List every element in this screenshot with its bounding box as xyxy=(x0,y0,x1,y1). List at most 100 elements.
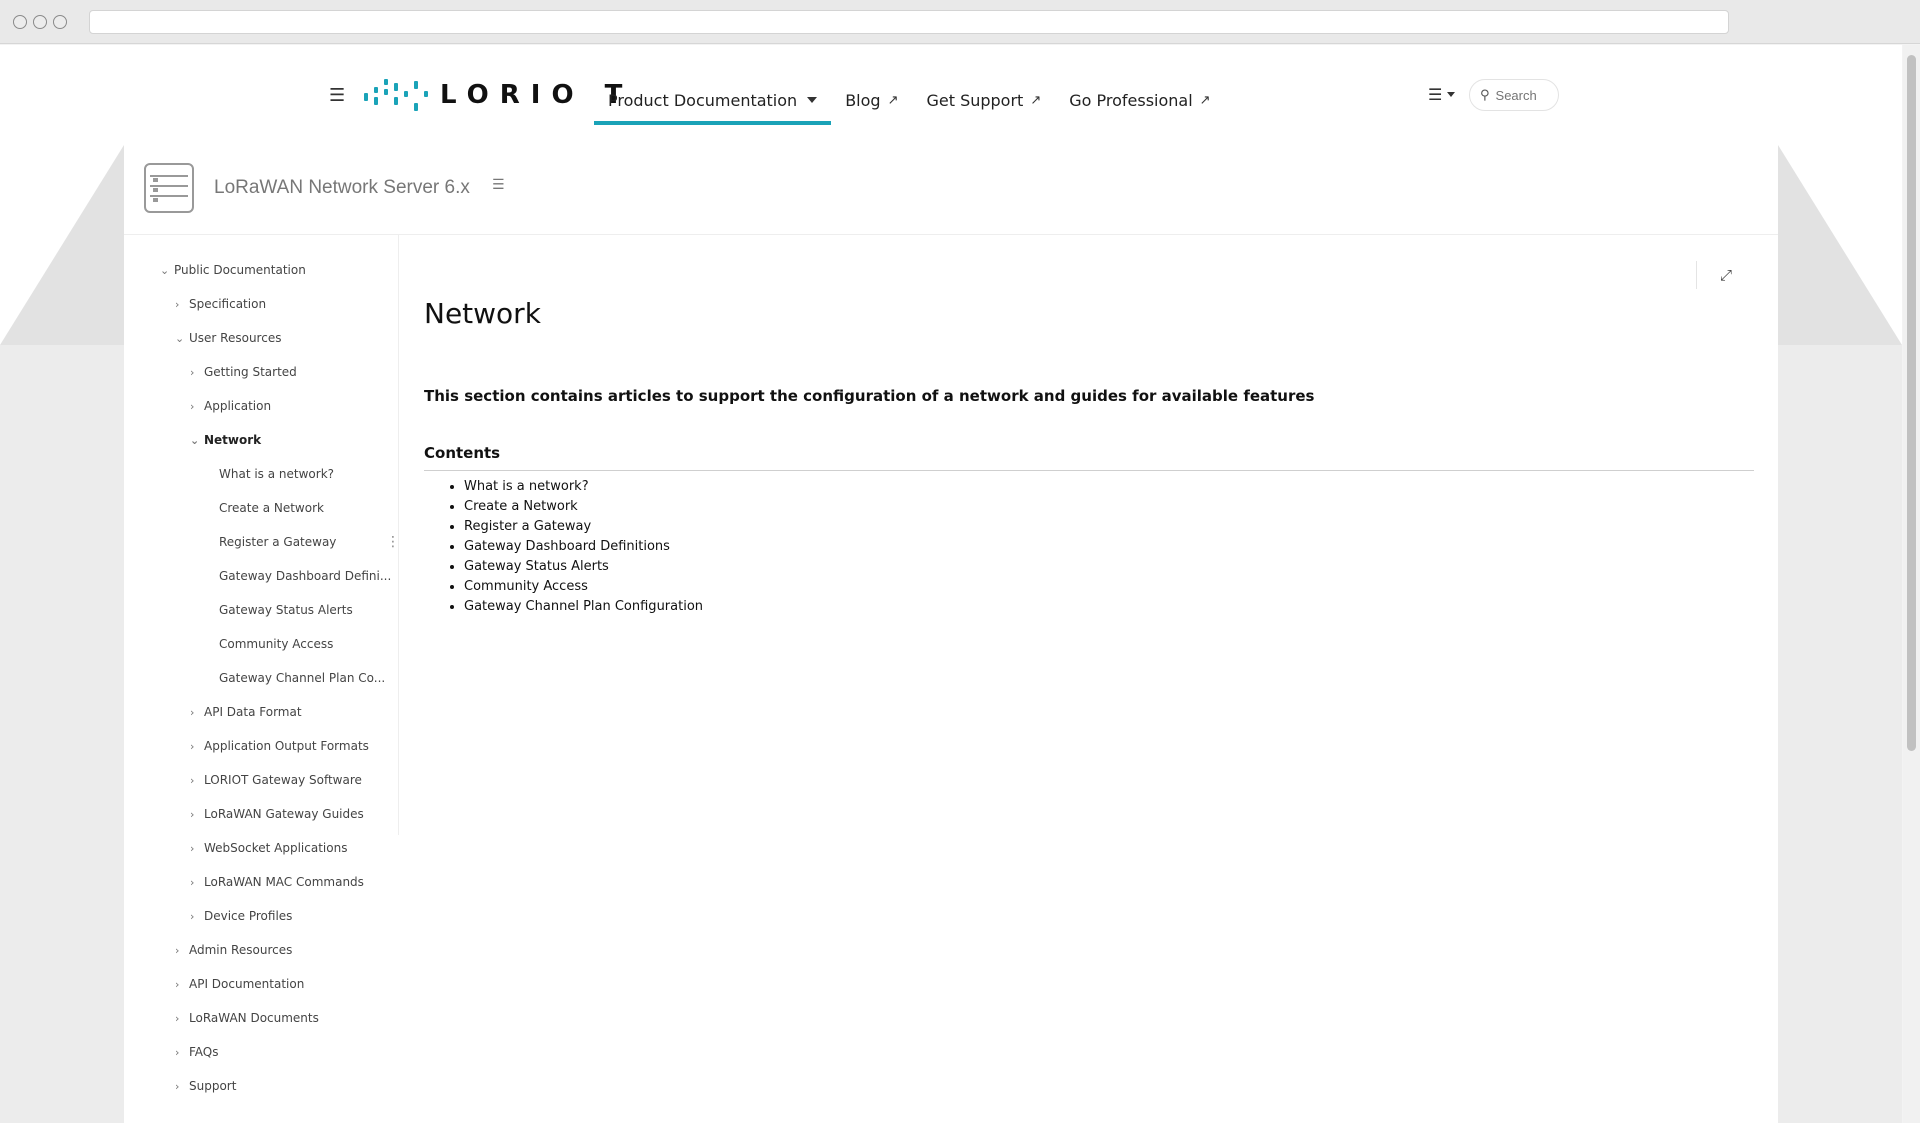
sidebar-item-label: User Resources xyxy=(189,331,282,345)
sidebar-item-label: Public Documentation xyxy=(174,263,306,277)
contents-heading: Contents xyxy=(424,444,1754,471)
chevron-down-icon[interactable]: ⌄ xyxy=(175,332,189,345)
sidebar-item[interactable]: › Getting Started xyxy=(190,355,297,389)
list-menu-button[interactable]: ☰ xyxy=(1428,85,1456,104)
chevron-right-icon[interactable]: › xyxy=(190,808,204,821)
chevron-right-icon[interactable]: › xyxy=(190,706,204,719)
sidebar-item[interactable]: What is a network? xyxy=(205,457,334,491)
close-window-button[interactable] xyxy=(13,15,27,29)
chevron-right-icon[interactable]: › xyxy=(175,1012,189,1025)
nav-product-documentation[interactable]: Product Documentation xyxy=(594,75,832,125)
sidebar-item[interactable]: Gateway Status Alerts xyxy=(205,593,353,627)
chevron-right-icon[interactable]: › xyxy=(190,366,204,379)
search-icon: ⚲ xyxy=(1480,87,1490,103)
contents-link[interactable]: Gateway Status Alerts xyxy=(464,557,703,577)
sidebar-item[interactable]: › API Data Format xyxy=(190,695,302,729)
more-vertical-icon[interactable]: ⋮ xyxy=(386,525,400,559)
sidebar-item[interactable]: Register a Gateway xyxy=(205,525,336,559)
contents-link[interactable]: Community Access xyxy=(464,577,703,597)
chevron-right-icon[interactable]: › xyxy=(175,1080,189,1093)
scrollbar-thumb[interactable] xyxy=(1907,55,1916,751)
sidebar-item-label: Gateway Status Alerts xyxy=(219,603,353,617)
nav-blog[interactable]: Blog ↗ xyxy=(831,75,912,125)
contents-link[interactable]: Gateway Dashboard Definitions xyxy=(464,537,703,557)
sidebar-item[interactable]: › Device Profiles xyxy=(190,899,292,933)
sidebar-item[interactable]: › Application Output Formats xyxy=(190,729,369,763)
sidebar-item[interactable]: ⌄ User Resources xyxy=(175,321,281,355)
nav-label: Blog xyxy=(845,90,881,110)
chevron-right-icon[interactable]: › xyxy=(190,400,204,413)
contents-link[interactable]: Create a Network xyxy=(464,497,703,517)
sidebar-item[interactable]: Community Access xyxy=(205,627,333,661)
search-input[interactable] xyxy=(1495,87,1550,103)
chevron-right-icon[interactable]: › xyxy=(190,774,204,787)
page-scrollbar[interactable] xyxy=(1903,45,1920,1123)
chevron-down-icon[interactable]: ⌄ xyxy=(160,264,174,277)
window-controls xyxy=(13,15,67,29)
decor-right xyxy=(1778,145,1902,345)
sidebar-item-label: Support xyxy=(189,1079,237,1093)
sidebar-item-label: FAQs xyxy=(189,1045,219,1059)
sidebar-item[interactable]: › API Documentation xyxy=(175,967,304,1001)
chevron-right-icon[interactable]: › xyxy=(190,842,204,855)
sidebar-item-label: Gateway Channel Plan Co... xyxy=(219,671,386,685)
page-title: Network xyxy=(424,297,541,330)
chevron-right-icon[interactable]: › xyxy=(190,910,204,923)
sidebar-item-label: Specification xyxy=(189,297,267,311)
hamburger-icon[interactable]: ☰ xyxy=(329,85,345,106)
sidebar-item[interactable]: › LoRaWAN MAC Commands xyxy=(190,865,364,899)
page-content: ⤢ Network This section contains articles… xyxy=(424,235,1754,1115)
browser-chrome xyxy=(0,0,1920,44)
contents-list: What is a network?Create a NetworkRegist… xyxy=(464,477,703,617)
sidebar-item[interactable]: ⌄ Network xyxy=(190,423,261,457)
sidebar-item-label: LoRaWAN MAC Commands xyxy=(204,875,364,889)
external-link-icon: ↗ xyxy=(1199,92,1211,108)
sidebar-item[interactable]: › Application xyxy=(190,389,271,423)
chevron-right-icon[interactable]: › xyxy=(175,978,189,991)
sidebar-item[interactable]: › WebSocket Applications xyxy=(190,831,347,865)
primary-nav: Product Documentation Blog ↗ Get Support… xyxy=(594,75,1225,125)
sidebar-item-label: API Documentation xyxy=(189,977,305,991)
nav-label: Get Support xyxy=(926,90,1024,110)
chevron-down-icon[interactable]: ⌄ xyxy=(190,434,204,447)
expand-icon[interactable]: ⤢ xyxy=(1708,257,1744,293)
sidebar-item[interactable]: › Support xyxy=(175,1069,236,1103)
chevron-right-icon[interactable]: › xyxy=(175,298,189,311)
sidebar-item[interactable]: › Admin Resources xyxy=(175,933,292,967)
external-link-icon: ↗ xyxy=(1030,92,1042,108)
chevron-right-icon[interactable]: › xyxy=(175,1046,189,1059)
chevron-right-icon[interactable]: › xyxy=(175,944,189,957)
list-icon: ☰ xyxy=(1428,85,1443,104)
nav-go-professional[interactable]: Go Professional ↗ xyxy=(1055,75,1224,125)
toolbar-separator xyxy=(1696,261,1697,289)
contents-link[interactable]: Gateway Channel Plan Configuration xyxy=(464,597,703,617)
sidebar-item[interactable]: › FAQs xyxy=(175,1035,219,1069)
caret-down-icon xyxy=(807,97,818,103)
brand-logo[interactable]: LORIO T xyxy=(362,73,633,117)
minimize-window-button[interactable] xyxy=(33,15,47,29)
contents-link[interactable]: What is a network? xyxy=(464,477,703,497)
sidebar-item[interactable]: Create a Network xyxy=(205,491,324,525)
sidebar-item[interactable]: › LoRaWAN Documents xyxy=(175,1001,319,1035)
space-title[interactable]: LoRaWAN Network Server 6.x xyxy=(214,177,470,199)
logo-mark-icon xyxy=(362,73,436,117)
maximize-window-button[interactable] xyxy=(53,15,67,29)
nav-get-support[interactable]: Get Support ↗ xyxy=(912,75,1055,125)
sidebar-item[interactable]: ⌄ Public Documentation xyxy=(160,253,306,287)
sidebar-item[interactable]: › LoRaWAN Gateway Guides xyxy=(190,797,364,831)
chevron-right-icon[interactable]: › xyxy=(190,740,204,753)
search-box[interactable]: ⚲ xyxy=(1469,79,1559,111)
sidebar-item[interactable]: › LORIOT Gateway Software xyxy=(190,763,362,797)
contents-link[interactable]: Register a Gateway xyxy=(464,517,703,537)
address-bar[interactable] xyxy=(89,10,1729,34)
sidebar-item-label: What is a network? xyxy=(219,467,335,481)
server-icon xyxy=(144,163,194,213)
sidebar-item[interactable]: Gateway Dashboard Defini... xyxy=(205,559,391,593)
sidebar-item[interactable]: Gateway Channel Plan Co... xyxy=(205,661,385,695)
chevron-right-icon[interactable]: › xyxy=(190,876,204,889)
sidebar-item-label: Getting Started xyxy=(204,365,297,379)
sidebar-item-label: WebSocket Applications xyxy=(204,841,348,855)
page-tree-icon[interactable]: ☰ xyxy=(492,177,505,193)
sidebar-item[interactable]: › Specification xyxy=(175,287,266,321)
caret-down-icon xyxy=(1447,92,1456,97)
